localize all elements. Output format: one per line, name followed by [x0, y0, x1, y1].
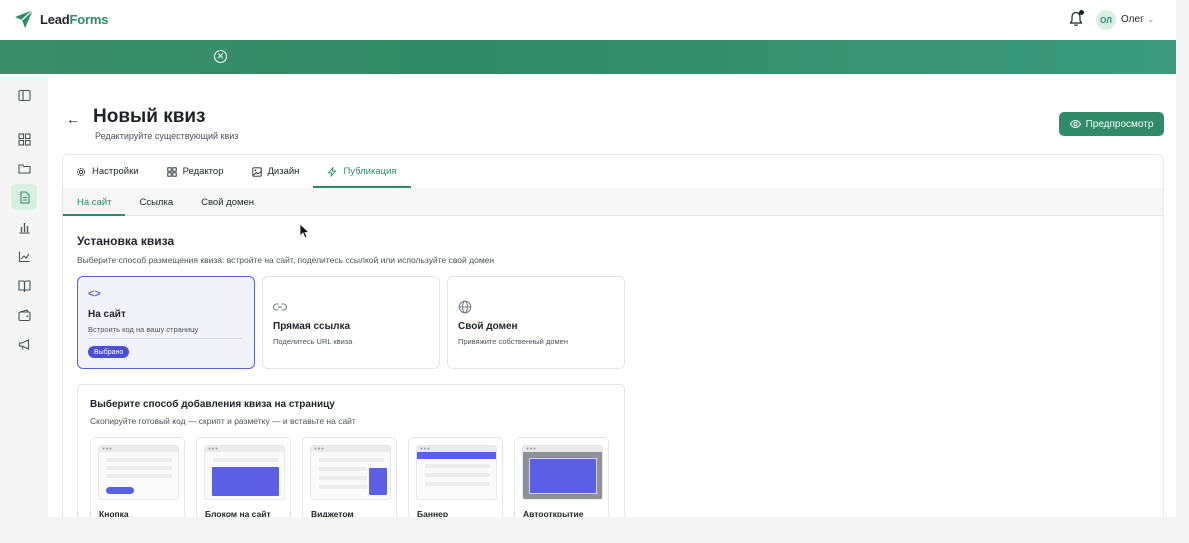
sidebar-item-analytics[interactable]	[11, 214, 37, 240]
promo-banner	[0, 40, 1176, 74]
button-preview-thumbnail: ●●●	[98, 445, 179, 500]
sidebar-toggle[interactable]	[11, 82, 37, 108]
top-header: LeadForms ОЛ Олег ⌄	[0, 0, 1176, 40]
logo-paper-plane-icon	[15, 9, 34, 28]
logo-text: LeadForms	[40, 12, 108, 27]
method-card-label: Кнопка	[99, 509, 129, 517]
tab-design[interactable]: Дизайн	[238, 155, 314, 188]
wallet-icon	[17, 308, 31, 321]
method-card-label: Блоком на сайт	[205, 509, 271, 517]
widget-preview-thumbnail: ●●●	[310, 445, 391, 500]
option-title: Прямая ссылка	[273, 321, 351, 332]
method-title: Выберите способ добавления квиза на стра…	[90, 399, 335, 410]
subtab-domain[interactable]: Свой домен	[187, 188, 268, 216]
sidebar-item-billing[interactable]	[11, 302, 37, 328]
method-card-button[interactable]: ●●● Кнопка	[90, 437, 185, 517]
method-card-autoopen[interactable]: ●●● Автооткрытие	[514, 437, 609, 517]
option-description: Привяжите собственный домен	[458, 337, 568, 346]
bar-chart-icon	[19, 222, 29, 234]
megaphone-icon	[18, 338, 29, 350]
sidebar-item-marketing[interactable]	[11, 331, 37, 357]
method-card-label: Виджетом	[311, 509, 354, 517]
method-description: Скопируйте готовый код — скрипт и размет…	[90, 416, 356, 426]
tab-settings[interactable]: Настройки	[62, 155, 153, 188]
publish-subtabs: На сайт Ссылка Свой домен	[63, 188, 268, 216]
option-card-link[interactable]: Прямая ссылка Поделитесь URL квиза	[262, 276, 440, 369]
method-card-widget[interactable]: ●●● Виджетом	[302, 437, 397, 517]
method-card-label: Автооткрытие	[523, 509, 584, 517]
sidebar-item-quizzes[interactable]	[11, 184, 37, 210]
preview-button-label: Предпросмотр	[1085, 118, 1154, 130]
code-icon: <>	[88, 288, 101, 300]
sidebar-item-dashboard[interactable]	[11, 126, 37, 152]
close-circle-icon[interactable]: ✕	[214, 50, 227, 63]
option-divider	[88, 338, 242, 339]
subtab-link[interactable]: Ссылка	[125, 188, 187, 216]
book-icon	[17, 279, 31, 292]
option-description: Встроить код на вашу страницу	[88, 325, 199, 334]
selected-badge: Выбрано	[88, 346, 130, 358]
globe-icon	[458, 300, 474, 314]
option-title: На сайт	[88, 309, 126, 320]
logo-text-lead: Lead	[40, 11, 70, 27]
dashboard-grid-icon	[17, 132, 31, 146]
notification-dot	[1079, 10, 1084, 15]
tab-publish-label: Публикация	[343, 166, 397, 177]
block-preview-thumbnail: ●●●	[204, 445, 285, 500]
sidebar-item-docs[interactable]	[11, 272, 37, 298]
chevron-down-icon[interactable]: ⌄	[1147, 14, 1155, 25]
logo-text-forms: Forms	[69, 11, 109, 27]
main-tabs: Настройки Редактор Дизайн Публикация	[62, 155, 411, 189]
install-title: Установка квиза	[77, 234, 175, 248]
panel-toggle-icon	[17, 89, 31, 101]
bolt-icon	[327, 166, 337, 177]
method-card-block[interactable]: ●●● Блоком на сайт	[196, 437, 291, 517]
app-window: LeadForms ОЛ Олег ⌄ ✕ ← Новый квиз Редак…	[0, 0, 1176, 517]
document-icon	[19, 190, 30, 204]
sidebar-item-folders[interactable]	[11, 155, 37, 181]
tab-editor-label: Редактор	[182, 166, 224, 177]
option-card-domain[interactable]: Свой домен Привяжите собственный домен	[447, 276, 625, 369]
option-title: Свой домен	[458, 321, 518, 332]
tab-design-label: Дизайн	[267, 166, 300, 177]
tab-settings-label: Настройки	[92, 166, 139, 177]
autoopen-preview-thumbnail: ●●●	[522, 445, 603, 500]
banner-preview-thumbnail: ●●●	[416, 445, 497, 500]
option-card-website[interactable]: <> На сайт Встроить код на вашу страницу…	[77, 276, 255, 369]
page-subtitle: Редактируйте существующий квиз	[95, 131, 239, 141]
method-card-label: Баннер	[417, 509, 449, 517]
install-description: Выберите способ размещения квиза: встрой…	[77, 255, 495, 265]
sidebar-item-stats[interactable]	[11, 243, 37, 269]
eye-icon	[1069, 120, 1081, 128]
tab-publish[interactable]: Публикация	[313, 155, 411, 188]
sidebar	[0, 74, 48, 517]
avatar[interactable]: ОЛ	[1096, 10, 1116, 30]
line-chart-icon	[18, 251, 29, 262]
logo[interactable]: LeadForms	[14, 9, 108, 29]
gear-icon	[76, 167, 86, 176]
method-card-banner[interactable]: ●●● Баннер	[408, 437, 503, 517]
user-name[interactable]: Олег	[1121, 14, 1144, 25]
subtab-website[interactable]: На сайт	[63, 188, 126, 216]
preview-button[interactable]: Предпросмотр	[1059, 112, 1164, 136]
image-icon	[251, 166, 262, 177]
grid-icon	[166, 166, 177, 177]
tab-editor[interactable]: Редактор	[153, 155, 238, 188]
link-icon	[273, 300, 289, 314]
back-arrow-icon[interactable]: ←	[66, 111, 80, 127]
option-description: Поделитесь URL квиза	[273, 337, 353, 346]
page-title: Новый квиз	[93, 106, 206, 127]
folder-icon	[17, 163, 31, 174]
mouse-cursor-icon	[299, 223, 311, 239]
